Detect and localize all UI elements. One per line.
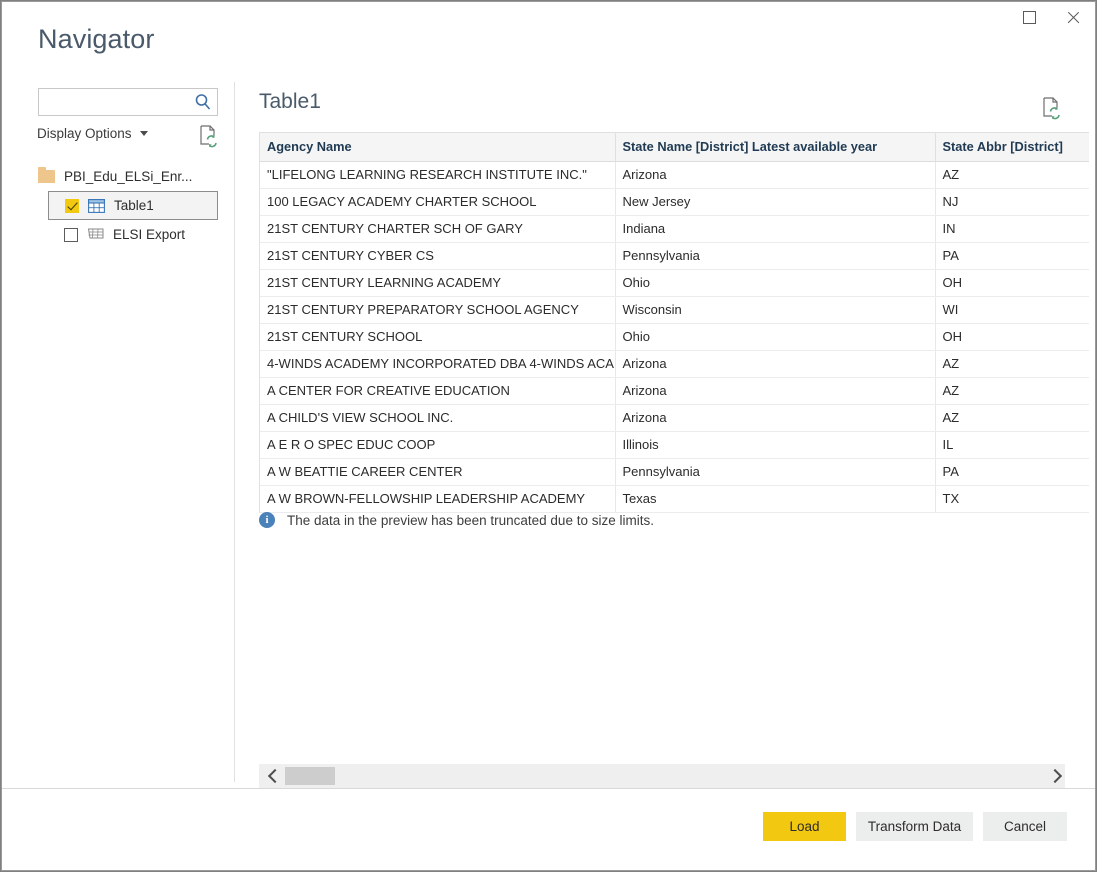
- truncation-notice: i The data in the preview has been trunc…: [259, 512, 654, 528]
- folder-icon: [38, 167, 55, 183]
- table-cell: OH: [935, 323, 1089, 351]
- table-cell: Arizona: [615, 161, 936, 189]
- checkbox-elsi-export[interactable]: [64, 227, 78, 242]
- table-row[interactable]: A E R O SPEC EDUC COOP Illinois IL: [260, 431, 1089, 459]
- horizontal-scrollbar[interactable]: [259, 764, 1065, 788]
- tree-item-label: ELSI Export: [113, 227, 186, 242]
- table-cell: A CENTER FOR CREATIVE EDUCATION: [260, 377, 616, 405]
- scroll-left-button[interactable]: [259, 764, 285, 788]
- table-cell: "LIFELONG LEARNING RESEARCH INSTITUTE IN…: [260, 161, 616, 189]
- table-row[interactable]: 100 LEGACY ACADEMY CHARTER SCHOOL New Jer…: [260, 188, 1089, 216]
- chevron-down-icon: [139, 131, 148, 136]
- table-cell: AZ: [935, 377, 1089, 405]
- table-cell: AZ: [935, 350, 1089, 378]
- table-cell: 21ST CENTURY CHARTER SCH OF GARY: [260, 215, 616, 243]
- chevron-left-icon: [269, 770, 276, 782]
- table-cell: A W BEATTIE CAREER CENTER: [260, 458, 616, 486]
- table-cell: Arizona: [615, 404, 936, 432]
- column-header[interactable]: State Name [District] Latest available y…: [615, 133, 936, 162]
- table-cell: TX: [935, 485, 1089, 513]
- scrollbar-track[interactable]: [335, 764, 1039, 788]
- table-cell: Wisconsin: [615, 296, 936, 324]
- table-cell: Ohio: [615, 323, 936, 351]
- table-row[interactable]: 21ST CENTURY CHARTER SCH OF GARY Indiana I…: [260, 215, 1089, 243]
- tree-item-elsi-export[interactable]: ELSI Export: [2, 220, 234, 249]
- preview-title: Table1: [259, 90, 321, 113]
- refresh-preview-icon[interactable]: [198, 124, 220, 148]
- tree-item-label: Table1: [114, 198, 154, 213]
- table-cell: 21ST CENTURY CYBER CS: [260, 242, 616, 270]
- search-box[interactable]: [38, 88, 218, 116]
- table-row[interactable]: 21ST CENTURY PREPARATORY SCHOOL AGENCY Wi…: [260, 296, 1089, 324]
- table-cell: 100 LEGACY ACADEMY CHARTER SCHOOL: [260, 188, 616, 216]
- sidebar: Display Options PBI_Edu_ELSi_Enr... Tabl…: [2, 80, 234, 780]
- table-icon: [88, 198, 105, 213]
- table-row[interactable]: "LIFELONG LEARNING RESEARCH INSTITUTE IN…: [260, 161, 1089, 189]
- table-row[interactable]: 21ST CENTURY CYBER CS Pennsylvania PA: [260, 242, 1089, 270]
- tree-item-table1[interactable]: Table1: [48, 191, 218, 220]
- table-cell: AZ: [935, 404, 1089, 432]
- table-cell: IN: [935, 215, 1089, 243]
- table-cell: A CHILD'S VIEW SCHOOL INC.: [260, 404, 616, 432]
- dialog-footer: Load Transform Data Cancel: [2, 788, 1095, 870]
- object-tree: PBI_Edu_ELSi_Enr... Table1 ELSI Export: [2, 162, 234, 249]
- table-cell: A E R O SPEC EDUC COOP: [260, 431, 616, 459]
- table-row[interactable]: 4-WINDS ACADEMY INCORPORATED DBA 4-WINDS…: [260, 350, 1089, 378]
- table-header-row: Agency Name State Name [District] Latest…: [260, 133, 1089, 162]
- table-cell: 4-WINDS ACADEMY INCORPORATED DBA 4-WINDS…: [260, 350, 616, 378]
- column-header[interactable]: State Abbr [District]: [935, 133, 1089, 162]
- table-cell: Ohio: [615, 269, 936, 297]
- table-row[interactable]: A CENTER FOR CREATIVE EDUCATION Arizona AZ: [260, 377, 1089, 405]
- table-row[interactable]: A CHILD'S VIEW SCHOOL INC. Arizona AZ: [260, 404, 1089, 432]
- scroll-right-button[interactable]: [1039, 764, 1065, 788]
- table-body: "LIFELONG LEARNING RESEARCH INSTITUTE IN…: [260, 161, 1089, 513]
- column-header[interactable]: Agency Name: [260, 133, 616, 162]
- display-options-label: Display Options: [37, 126, 132, 141]
- table-cell: NJ: [935, 188, 1089, 216]
- table-row[interactable]: 21ST CENTURY SCHOOL Ohio OH: [260, 323, 1089, 351]
- data-preview-grid[interactable]: Agency Name State Name [District] Latest…: [259, 132, 1089, 513]
- table-cell: Arizona: [615, 377, 936, 405]
- info-icon: i: [259, 512, 275, 528]
- table-cell: 21ST CENTURY SCHOOL: [260, 323, 616, 351]
- table-cell: OH: [935, 269, 1089, 297]
- table-cell: Pennsylvania: [615, 242, 936, 270]
- table-row[interactable]: 21ST CENTURY LEARNING ACADEMY Ohio OH: [260, 269, 1089, 297]
- navigator-dialog: Navigator Display Options PBI_Edu_ELSi_E…: [1, 1, 1096, 871]
- table-cell: Texas: [615, 485, 936, 513]
- table-row[interactable]: A W BEATTIE CAREER CENTER Pennsylvania PA: [260, 458, 1089, 486]
- preview-table: Agency Name State Name [District] Latest…: [260, 133, 1089, 513]
- table-cell: 21ST CENTURY PREPARATORY SCHOOL AGENCY: [260, 296, 616, 324]
- table-cell: Pennsylvania: [615, 458, 936, 486]
- table-cell: IL: [935, 431, 1089, 459]
- table-cell: PA: [935, 242, 1089, 270]
- table-cell: AZ: [935, 161, 1089, 189]
- table-cell: Indiana: [615, 215, 936, 243]
- table-cell: Illinois: [615, 431, 936, 459]
- truncation-notice-text: The data in the preview has been truncat…: [287, 512, 654, 528]
- preview-pane: Table1 Agency Name State Name [District]…: [235, 2, 1095, 870]
- table-cell: A W BROWN-FELLOWSHIP LEADERSHIP ACADEMY: [260, 485, 616, 513]
- table-cell: WI: [935, 296, 1089, 324]
- page-title: Navigator: [38, 24, 155, 54]
- refresh-preview-icon[interactable]: [1041, 96, 1063, 120]
- table-cell: New Jersey: [615, 188, 936, 216]
- sheet-icon: [87, 228, 104, 242]
- cancel-button[interactable]: Cancel: [983, 812, 1067, 841]
- table-cell: 21ST CENTURY LEARNING ACADEMY: [260, 269, 616, 297]
- load-button[interactable]: Load: [763, 812, 846, 841]
- table-cell: Arizona: [615, 350, 936, 378]
- display-options-dropdown[interactable]: Display Options: [37, 126, 148, 141]
- transform-data-button[interactable]: Transform Data: [856, 812, 973, 841]
- tree-root-item[interactable]: PBI_Edu_ELSi_Enr...: [2, 162, 234, 191]
- chevron-right-icon: [1049, 770, 1056, 782]
- tree-root-label: PBI_Edu_ELSi_Enr...: [64, 169, 193, 184]
- scrollbar-thumb[interactable]: [285, 767, 335, 785]
- table-row[interactable]: A W BROWN-FELLOWSHIP LEADERSHIP ACADEMY T…: [260, 485, 1089, 513]
- search-icon[interactable]: [194, 93, 212, 111]
- checkbox-table1[interactable]: [65, 198, 79, 213]
- search-input[interactable]: [39, 89, 189, 115]
- table-cell: PA: [935, 458, 1089, 486]
